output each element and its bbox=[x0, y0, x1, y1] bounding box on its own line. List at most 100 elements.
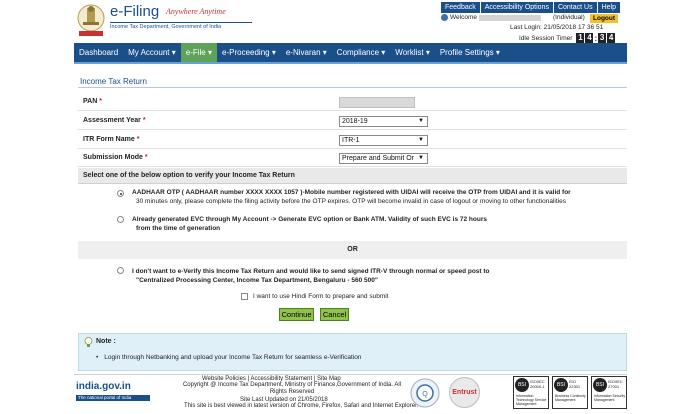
idle-label: Idle Session Timer bbox=[519, 34, 573, 42]
brand-tagline: Anywhere Anytime bbox=[166, 7, 226, 16]
nav-label: Compliance bbox=[336, 48, 380, 57]
itrv-option-line1: I don't want to e-Verify this Income Tax… bbox=[132, 268, 490, 275]
bsi-logo: BSI bbox=[515, 378, 529, 392]
pan-field bbox=[339, 97, 415, 108]
nav-dashboard[interactable]: Dashboard bbox=[74, 43, 123, 62]
submission-mode-row: Submission Mode * Prepare and Submit Or ▼ bbox=[78, 149, 627, 167]
required-marker: * bbox=[99, 98, 102, 105]
required-marker: * bbox=[136, 136, 140, 143]
india-gov-subtext: The national portal of India bbox=[76, 395, 150, 401]
iso-standard: ISO 22301 bbox=[569, 379, 581, 389]
hindi-form-label: I want to use Hindi Form to prepare and … bbox=[253, 293, 389, 300]
footer-browser-note: This site is best viewed in latest versi… bbox=[184, 403, 419, 409]
iso-description: Information Technology Service Managemen… bbox=[516, 394, 547, 406]
welcome-label: Welcome bbox=[450, 14, 477, 22]
verify-option-evc: Already generated EVC through My Account… bbox=[78, 212, 627, 236]
continue-button[interactable]: Continue bbox=[279, 308, 314, 321]
bsi-logo: BSI bbox=[554, 378, 568, 392]
itrv-option-line2: "Centralized Processing Center, Income T… bbox=[136, 277, 378, 284]
itr-form-value: ITR-1 bbox=[342, 137, 360, 144]
assessment-year-label: Assessment Year bbox=[83, 117, 141, 124]
cancel-button[interactable]: Cancel bbox=[320, 308, 349, 321]
pan-row: PAN * bbox=[78, 93, 627, 111]
or-separator: OR bbox=[78, 241, 627, 259]
aadhaar-otp-radio[interactable] bbox=[117, 190, 124, 197]
chevron-down-icon: ▾ bbox=[208, 48, 213, 57]
verify-options-heading: Select one of the below option to verify… bbox=[78, 168, 627, 184]
iso-22301-badge: BSI ISO 22301 Business Continuity Manage… bbox=[552, 376, 588, 409]
itrv-radio[interactable] bbox=[117, 267, 124, 274]
evc-option-line1: Already generated EVC through My Account… bbox=[132, 216, 487, 223]
iso-standard: ISO/IEC 20000-1 bbox=[530, 379, 545, 389]
nav-compliance[interactable]: Compliance ▾ bbox=[332, 43, 391, 62]
chevron-down-icon: ▾ bbox=[381, 48, 386, 57]
verify-option-itrv: I don't want to e-Verify this Income Tax… bbox=[78, 264, 627, 288]
submission-mode-value: Prepare and Submit Or bbox=[342, 155, 414, 162]
required-marker: * bbox=[142, 117, 146, 124]
brand-title: e-Filing bbox=[110, 3, 160, 20]
nav-profile-settings[interactable]: Profile Settings ▾ bbox=[435, 43, 505, 62]
itr-form-label: ITR Form Name bbox=[83, 136, 135, 143]
assessment-year-select[interactable]: 2018-19 ▼ bbox=[339, 116, 428, 127]
iso-27001-badge: BSI ISO/IEC 27001 Information Security M… bbox=[591, 376, 627, 409]
site-header: e-Filing Anywhere Anytime Income Tax Dep… bbox=[0, 0, 700, 43]
title-divider bbox=[78, 87, 627, 88]
nav-my-account[interactable]: My Account ▾ bbox=[123, 43, 181, 62]
nav-e-proceeding[interactable]: e-Proceeding ▾ bbox=[217, 43, 281, 62]
chevron-down-icon: ▾ bbox=[271, 48, 276, 57]
timer-digit: 4 bbox=[607, 33, 616, 43]
masked-user-name bbox=[478, 14, 541, 21]
nav-label: e-File bbox=[185, 48, 206, 57]
india-gov-text: india.gov.in bbox=[76, 381, 131, 392]
feedback-link[interactable]: Feedback bbox=[441, 2, 480, 13]
pan-label: PAN bbox=[83, 98, 98, 105]
chevron-down-icon: ▼ bbox=[418, 118, 424, 124]
logout-button[interactable]: Logout bbox=[590, 14, 619, 23]
help-link[interactable]: Help bbox=[597, 2, 620, 13]
iso-description: Information Security Management bbox=[594, 394, 626, 402]
page-title: Income Tax Return bbox=[80, 77, 147, 86]
chevron-down-icon: ▼ bbox=[418, 155, 424, 161]
iso-description: Business Continuity Management bbox=[555, 394, 586, 402]
nav-label: Profile Settings bbox=[439, 48, 494, 57]
chevron-down-icon: ▾ bbox=[425, 48, 430, 57]
nav-e-nivaran[interactable]: e-Nivaran ▾ bbox=[281, 43, 332, 62]
note-title: Note : bbox=[96, 338, 116, 345]
hindi-form-checkbox[interactable] bbox=[241, 293, 248, 300]
footer-divider bbox=[74, 374, 627, 375]
nav-worklist[interactable]: Worklist ▾ bbox=[390, 43, 435, 62]
lightbulb-icon bbox=[84, 337, 93, 347]
chevron-down-icon: ▼ bbox=[418, 137, 424, 143]
nav-label: My Account bbox=[128, 48, 170, 57]
nav-label: e-Proceeding bbox=[222, 48, 270, 57]
govt-emblem-logo bbox=[77, 4, 105, 36]
chevron-down-icon: ▾ bbox=[322, 48, 327, 57]
nav-divider bbox=[74, 62, 627, 64]
nav-e-file[interactable]: e-File ▾ bbox=[180, 43, 218, 62]
bsi-logo: BSI bbox=[593, 378, 607, 392]
contact-us-link[interactable]: Contact Us bbox=[553, 2, 597, 13]
chevron-down-icon: ▾ bbox=[171, 48, 176, 57]
evc-radio[interactable] bbox=[117, 216, 124, 223]
accessibility-options-link[interactable]: Accessibility Options bbox=[480, 2, 553, 13]
chevron-down-icon: ▾ bbox=[495, 48, 500, 57]
entrust-badge: Entrust bbox=[448, 376, 481, 409]
india-gov-logo[interactable]: india.gov.in The national portal of Indi… bbox=[76, 381, 150, 403]
timer-digit: 4 bbox=[585, 33, 594, 43]
idle-session-timer: Idle Session Timer 1 4 : 3 4 bbox=[519, 33, 616, 43]
submission-mode-label: Submission Mode bbox=[83, 154, 143, 161]
verify-option-aadhaar: AADHAAR OTP ( AADHAAR number XXXX XXXX 1… bbox=[78, 186, 627, 210]
note-item: Login through Netbanking and upload your… bbox=[96, 354, 361, 361]
hindi-form-option: I want to use Hindi Form to prepare and … bbox=[241, 293, 388, 300]
user-icon bbox=[441, 14, 448, 21]
note-box: Note : Login through Netbanking and uplo… bbox=[78, 333, 627, 371]
evc-option-line2: from the time of generation bbox=[136, 225, 221, 232]
certification-seal-icon: Q bbox=[410, 378, 440, 408]
itr-form-select[interactable]: ITR-1 ▼ bbox=[339, 135, 428, 146]
iso-20000-badge: BSI ISO/IEC 20000-1 Information Technolo… bbox=[513, 376, 549, 409]
nav-label: e-Nivaran bbox=[285, 48, 321, 57]
svg-text:Q: Q bbox=[422, 391, 428, 398]
submission-mode-select[interactable]: Prepare and Submit Or ▼ bbox=[339, 153, 428, 164]
iso-standard: ISO/IEC 27001 bbox=[608, 379, 623, 389]
nav-label: Worklist bbox=[395, 48, 424, 57]
